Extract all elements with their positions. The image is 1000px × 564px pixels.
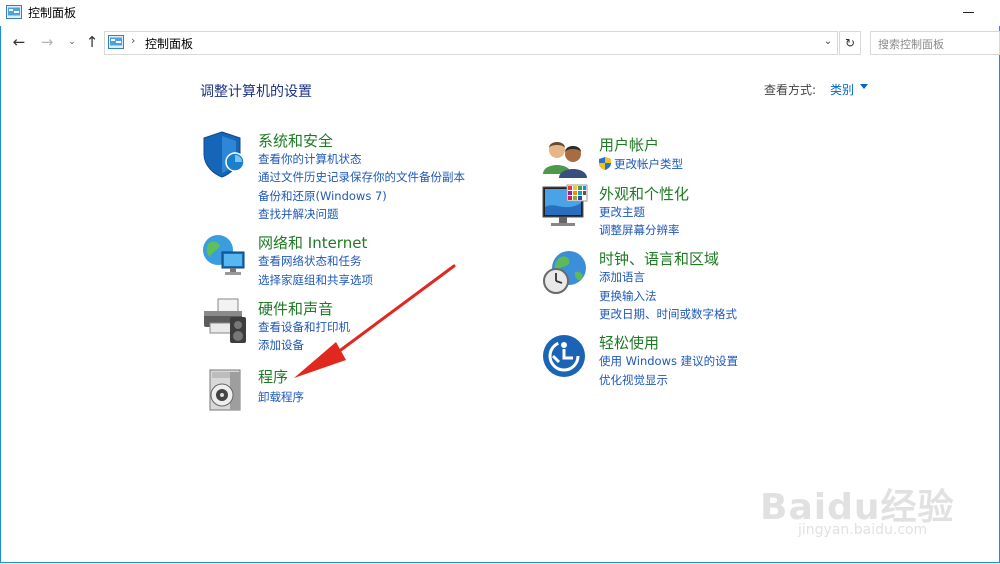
- up-arrow-icon[interactable]: ↑: [82, 32, 102, 52]
- watermark-logo: Baidu经验 jingyan.baidu.com: [760, 460, 960, 550]
- link-recommended-settings[interactable]: 使用 Windows 建议的设置: [599, 353, 738, 369]
- link-troubleshoot[interactable]: 查找并解决问题: [258, 206, 339, 222]
- link-view-computer-status[interactable]: 查看你的计算机状态: [258, 151, 362, 167]
- ease-of-access-icon[interactable]: [541, 332, 589, 380]
- category-title[interactable]: 轻松使用: [599, 332, 659, 353]
- breadcrumb-chevron-icon: ›: [131, 34, 136, 47]
- link-change-account-type-label: 更改帐户类型: [614, 157, 683, 171]
- category-title[interactable]: 程序: [258, 366, 288, 387]
- window-title: 控制面板: [28, 6, 77, 20]
- breadcrumb-control-panel[interactable]: 控制面板: [145, 35, 193, 52]
- control-panel-icon: [6, 5, 22, 19]
- view-by-dropdown[interactable]: 类别: [830, 81, 854, 98]
- recent-locations-icon[interactable]: ⌄: [62, 32, 82, 52]
- uac-shield-icon: [599, 157, 611, 170]
- category-title[interactable]: 时钟、语言和区域: [599, 248, 719, 269]
- category-title[interactable]: 网络和 Internet: [258, 232, 367, 253]
- search-input[interactable]: 搜索控制面板: [870, 31, 1000, 55]
- chevron-down-icon[interactable]: ⌄: [821, 34, 835, 50]
- network-globe-icon[interactable]: [200, 232, 248, 280]
- link-change-input-method[interactable]: 更换输入法: [599, 288, 657, 304]
- clock-globe-icon[interactable]: [541, 248, 589, 296]
- annotation-arrow: [294, 264, 456, 378]
- users-icon[interactable]: [541, 134, 589, 182]
- program-disc-icon[interactable]: [200, 366, 248, 414]
- link-file-history[interactable]: 通过文件历史记录保存你的文件备份副本: [258, 169, 465, 185]
- minimize-button[interactable]: [958, 2, 980, 22]
- watermark-url: jingyan.baidu.com: [798, 522, 928, 538]
- link-screen-resolution[interactable]: 调整屏幕分辨率: [599, 222, 680, 238]
- refresh-icon[interactable]: ↻: [839, 31, 861, 55]
- back-arrow-icon[interactable]: ←: [9, 32, 29, 52]
- link-date-time-format[interactable]: 更改日期、时间或数字格式: [599, 306, 737, 322]
- category-title[interactable]: 用户帐户: [599, 134, 659, 155]
- navigation-bar: ← → ⌄ ↑ › 控制面板 ⌄ ↻ 搜索控制面板: [0, 28, 1000, 58]
- monitor-appearance-icon[interactable]: [541, 183, 589, 231]
- link-add-language[interactable]: 添加语言: [599, 269, 645, 285]
- link-uninstall-program[interactable]: 卸载程序: [258, 389, 304, 405]
- title-bar: 控制面板: [0, 0, 1000, 26]
- address-bar[interactable]: › 控制面板 ⌄: [104, 31, 838, 55]
- view-by-label: 查看方式:: [764, 83, 817, 97]
- link-change-theme[interactable]: 更改主题: [599, 204, 645, 220]
- control-panel-icon: [108, 35, 124, 49]
- forward-arrow-icon[interactable]: →: [37, 32, 57, 52]
- link-backup-restore[interactable]: 备份和还原(Windows 7): [258, 188, 387, 204]
- category-title[interactable]: 外观和个性化: [599, 183, 689, 204]
- page-heading: 调整计算机的设置: [200, 84, 312, 100]
- dropdown-triangle-icon[interactable]: [860, 84, 868, 89]
- printer-hardware-icon[interactable]: [200, 297, 248, 345]
- link-change-account-type[interactable]: 更改帐户类型: [599, 156, 683, 172]
- category-title[interactable]: 系统和安全: [258, 130, 333, 151]
- search-placeholder: 搜索控制面板: [878, 38, 944, 51]
- shield-security-icon[interactable]: [200, 130, 248, 178]
- link-optimize-visual-display[interactable]: 优化视觉显示: [599, 372, 668, 388]
